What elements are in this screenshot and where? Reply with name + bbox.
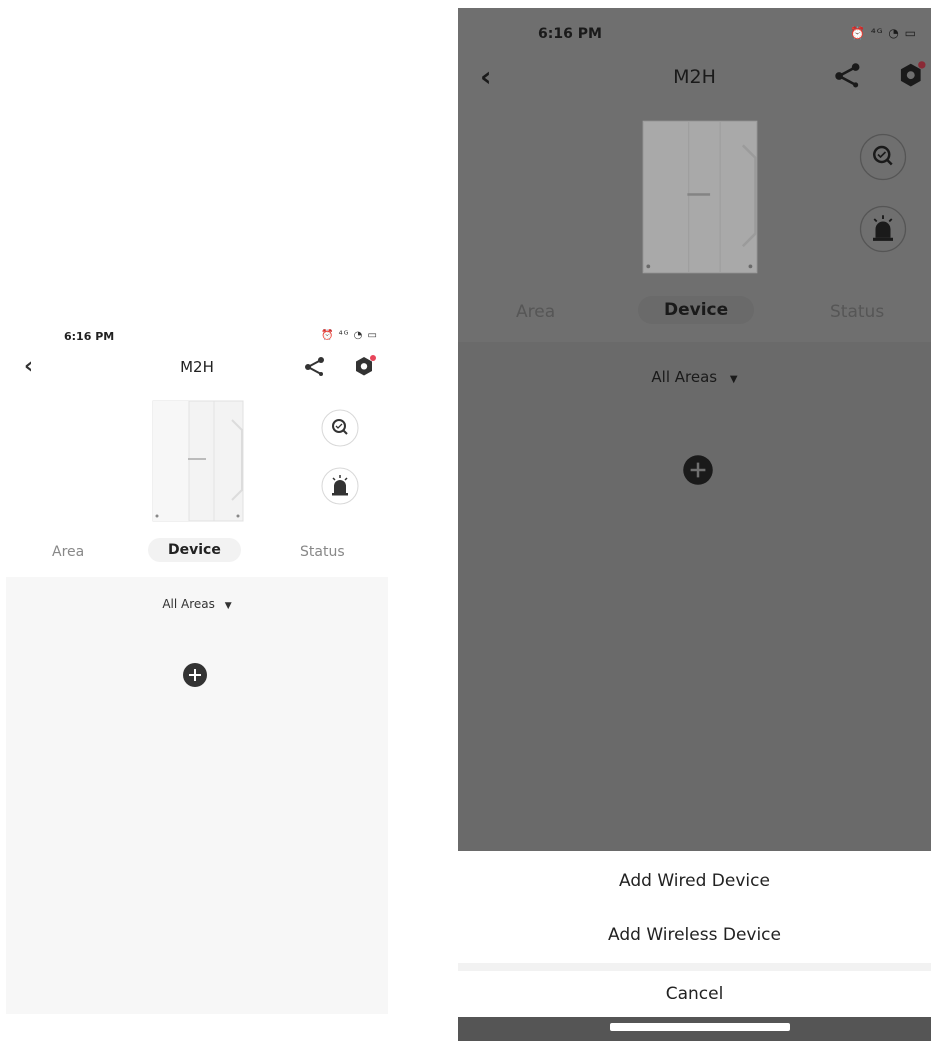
caret-down-icon: ▼: [224, 601, 232, 611]
caret-down-icon: ▼: [729, 374, 738, 385]
cancel-button[interactable]: Cancel: [458, 984, 931, 1004]
status-time: 6:16 PM: [64, 330, 115, 343]
add-device-action-sheet: Add Wired Device Add Wireless Device Can…: [458, 851, 931, 1017]
tab-status[interactable]: Status: [830, 302, 884, 322]
page-title: M2H: [180, 358, 214, 376]
tab-device[interactable]: Device: [638, 296, 755, 324]
device-image: [152, 400, 244, 522]
tab-area[interactable]: Area: [52, 544, 84, 560]
area-filter-dropdown[interactable]: All Areas ▼: [458, 368, 931, 386]
status-bar: 6:16 PM ⏰ ⁴ᴳ ◔ ▭: [6, 328, 388, 348]
siren-alarm-icon[interactable]: [858, 204, 908, 258]
top-bar: ‹ M2H: [458, 56, 931, 100]
device-list-area: All Areas ▼: [458, 342, 931, 851]
device-image: [642, 120, 758, 274]
add-device-button[interactable]: [682, 454, 714, 490]
sheet-divider: [458, 963, 931, 971]
area-filter-label: All Areas: [162, 597, 215, 611]
right-phone-screen: 6:16 PM ⏰ ⁴ᴳ ◔ ▭ ‹ M2H Area Device Statu…: [458, 8, 931, 1041]
tab-device[interactable]: Device: [148, 538, 241, 562]
hex-settings-icon[interactable]: [896, 60, 928, 96]
tab-area[interactable]: Area: [516, 302, 555, 322]
area-filter-dropdown[interactable]: All Areas ▼: [6, 597, 388, 611]
share-icon[interactable]: [304, 356, 326, 382]
status-time: 6:16 PM: [538, 26, 602, 42]
add-wired-device-option[interactable]: Add Wired Device: [458, 871, 931, 891]
area-filter-label: All Areas: [651, 368, 718, 386]
hex-settings-icon[interactable]: [352, 354, 378, 384]
device-list-area: All Areas ▼: [6, 577, 388, 1014]
tab-status[interactable]: Status: [300, 544, 345, 560]
add-device-button[interactable]: [182, 662, 208, 692]
left-phone-screen: 6:16 PM ⏰ ⁴ᴳ ◔ ▭ ‹ M2H Area Device Statu…: [6, 322, 388, 1014]
system-status-icons: ⏰ ⁴ᴳ ◔ ▭: [850, 26, 917, 40]
search-zoom-icon[interactable]: [320, 408, 360, 452]
home-indicator[interactable]: [610, 1023, 790, 1031]
tab-bar: Area Device Status: [458, 292, 931, 336]
search-zoom-icon[interactable]: [858, 132, 908, 186]
share-icon[interactable]: [834, 62, 862, 94]
status-bar: 6:16 PM ⏰ ⁴ᴳ ◔ ▭: [458, 20, 931, 44]
tab-bar: Area Device Status: [6, 536, 388, 572]
top-bar: ‹ M2H: [6, 350, 388, 386]
system-nav-bar: [458, 1017, 931, 1041]
siren-alarm-icon[interactable]: [320, 466, 360, 510]
add-wireless-device-option[interactable]: Add Wireless Device: [458, 925, 931, 945]
system-status-icons: ⏰ ⁴ᴳ ◔ ▭: [320, 330, 378, 341]
